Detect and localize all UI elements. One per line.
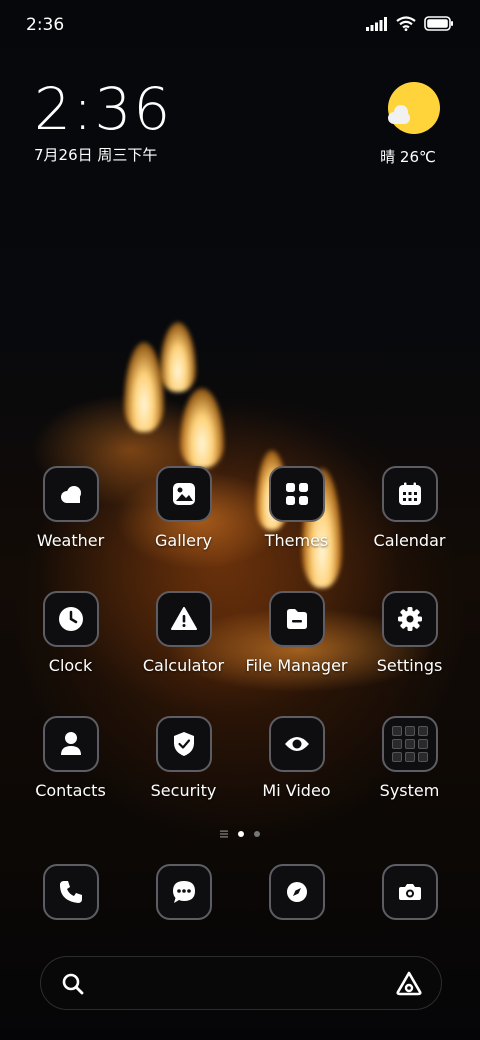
app-settings[interactable]: Settings bbox=[353, 591, 466, 675]
eye-icon bbox=[284, 737, 309, 751]
clock-widget[interactable]: 2:36 7月26日 周三下午 bbox=[34, 78, 172, 165]
app-tile bbox=[42, 716, 99, 772]
app-tile bbox=[42, 864, 99, 920]
candle-flame bbox=[124, 342, 164, 432]
dock-camera[interactable] bbox=[353, 864, 466, 920]
sun-cloud-icon bbox=[388, 82, 440, 134]
app-themes[interactable]: Themes bbox=[240, 466, 353, 550]
app-label: Gallery bbox=[155, 531, 212, 550]
assistant-icon[interactable] bbox=[395, 970, 423, 996]
status-icons bbox=[366, 16, 454, 31]
app-tile bbox=[42, 591, 99, 647]
person-icon bbox=[60, 732, 81, 755]
app-tile bbox=[268, 716, 325, 772]
status-bar: 2:36 bbox=[0, 0, 480, 50]
dock-browser[interactable] bbox=[240, 864, 353, 920]
app-label: System bbox=[379, 781, 440, 800]
app-label: Calculator bbox=[142, 656, 225, 675]
app-tile bbox=[268, 466, 325, 522]
candle-flame bbox=[180, 388, 224, 468]
app-tile bbox=[155, 466, 212, 522]
clock-time: 2:36 bbox=[34, 75, 173, 143]
battery-icon bbox=[424, 16, 453, 31]
page-dot[interactable] bbox=[254, 831, 260, 837]
phone-icon bbox=[59, 881, 82, 903]
app-label: Calendar bbox=[373, 531, 446, 550]
app-tile bbox=[381, 591, 438, 647]
app-calendar[interactable]: Calendar bbox=[353, 466, 466, 550]
gear-icon bbox=[397, 607, 422, 631]
camera-icon bbox=[398, 884, 421, 900]
app-label: Themes bbox=[264, 531, 329, 550]
candle-flame bbox=[160, 322, 196, 392]
clock-icon bbox=[58, 607, 83, 631]
compass-icon bbox=[286, 882, 307, 902]
app-security[interactable]: Security bbox=[127, 716, 240, 800]
app-tile bbox=[381, 716, 438, 772]
folder-grid-icon bbox=[391, 726, 428, 762]
message-icon bbox=[172, 881, 195, 903]
dock-messages[interactable] bbox=[127, 864, 240, 920]
app-label: File Manager bbox=[245, 656, 348, 675]
app-system-folder[interactable]: System bbox=[353, 716, 466, 800]
app-gallery[interactable]: Gallery bbox=[127, 466, 240, 550]
app-label: Clock bbox=[48, 656, 93, 675]
app-contacts[interactable]: Contacts bbox=[14, 716, 127, 800]
status-time: 2:36 bbox=[26, 15, 65, 35]
app-tile bbox=[268, 864, 325, 920]
app-tile bbox=[155, 591, 212, 647]
app-label: Security bbox=[150, 781, 217, 800]
signal-icon bbox=[366, 16, 387, 31]
folder-icon bbox=[286, 609, 307, 629]
app-tile bbox=[42, 466, 99, 522]
search-icon[interactable] bbox=[61, 972, 85, 996]
menu-lines-icon bbox=[220, 830, 228, 838]
app-label: Mi Video bbox=[262, 781, 331, 800]
app-clock[interactable]: Clock bbox=[14, 591, 127, 675]
app-calculator[interactable]: Calculator bbox=[127, 591, 240, 675]
dock-phone[interactable] bbox=[14, 864, 127, 920]
page-indicator[interactable] bbox=[0, 830, 480, 838]
app-tile bbox=[268, 591, 325, 647]
search-bar[interactable] bbox=[40, 956, 442, 1010]
themes-icon bbox=[285, 483, 308, 505]
app-tile bbox=[155, 864, 212, 920]
app-mi-video[interactable]: Mi Video bbox=[240, 716, 353, 800]
app-label: Contacts bbox=[35, 781, 106, 800]
app-tile bbox=[155, 716, 212, 772]
app-label: Weather bbox=[36, 531, 105, 550]
shield-icon bbox=[173, 732, 194, 756]
gallery-icon bbox=[172, 483, 195, 505]
app-weather[interactable]: Weather bbox=[14, 466, 127, 550]
app-label: Settings bbox=[376, 656, 443, 675]
weather-widget[interactable]: 晴 26℃ bbox=[380, 82, 444, 167]
page-dot-active[interactable] bbox=[238, 831, 244, 837]
weather-icon bbox=[60, 486, 81, 503]
calculator-icon bbox=[170, 607, 197, 630]
calendar-icon bbox=[398, 482, 421, 505]
app-tile bbox=[381, 466, 438, 522]
weather-text: 晴 26℃ bbox=[380, 148, 436, 166]
app-file-manager[interactable]: File Manager bbox=[240, 591, 353, 675]
wifi-icon bbox=[396, 16, 416, 31]
app-tile bbox=[381, 864, 438, 920]
clock-date: 7月26日 周三下午 bbox=[34, 146, 158, 164]
